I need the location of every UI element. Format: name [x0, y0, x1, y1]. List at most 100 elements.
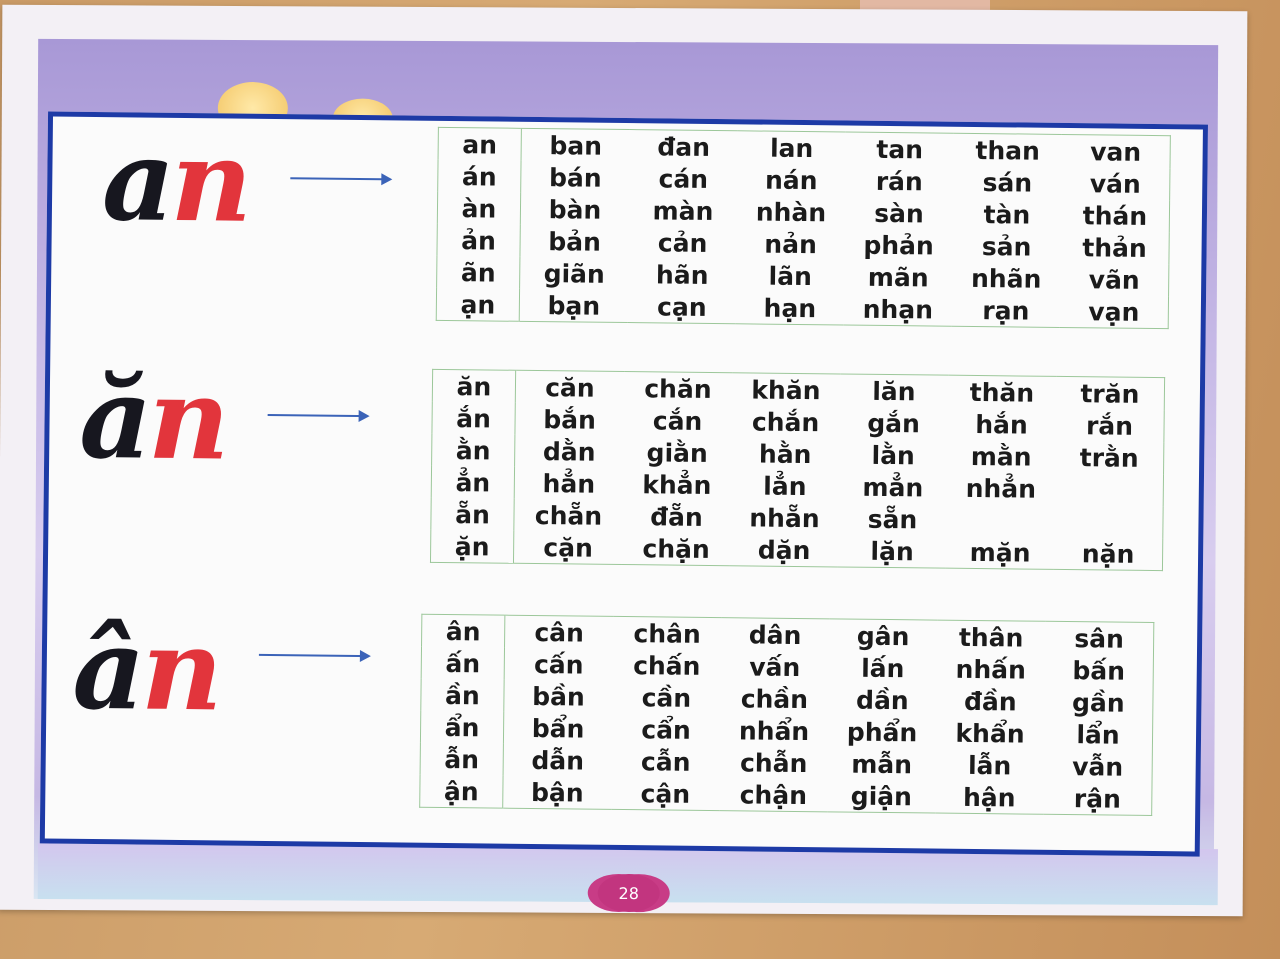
syllable-cell: khăn	[751, 374, 821, 405]
syllable-cell: hẳn	[542, 468, 596, 499]
rime-cell: ạn	[436, 287, 520, 322]
syllable-cell: hạn	[763, 293, 817, 323]
rime-title: ăn	[79, 353, 226, 486]
syllable-cell: chẫn	[739, 747, 808, 778]
syllable-cell: mãn	[867, 262, 929, 292]
syllable-cell: cắn	[652, 405, 703, 436]
worksheet-page: 28 an an ban đan lan tan than van án bán cán nán rá…	[0, 4, 1248, 917]
syllable-cell: đần	[963, 686, 1017, 716]
syllable-cell: nhẵn	[749, 502, 820, 533]
rime-cell: ần	[420, 678, 505, 712]
syllable-cell: cần	[641, 682, 692, 713]
syllable-cell: lặn	[870, 536, 914, 566]
arrow-icon	[258, 653, 369, 658]
syllable-cell: màn	[652, 195, 714, 226]
vowel-letter: a	[101, 115, 172, 247]
table-row: ận bận cận chận giận hận rận	[419, 774, 1152, 816]
syllable-cell: ban	[549, 130, 603, 161]
rime-cell: ặn	[430, 529, 514, 564]
syllable-cell: phẩn	[846, 717, 918, 747]
syllable-cell: cẩn	[641, 714, 692, 745]
syllable-cell: mẫn	[851, 749, 913, 779]
syllable-cell: rận	[1073, 783, 1122, 814]
syllable-cell: dân	[748, 619, 802, 650]
syllable-cell: hắn	[975, 409, 1028, 440]
rime-cell: ăn	[432, 369, 516, 403]
syllable-cell: chấn	[633, 650, 701, 681]
syllable-cell: vẫn	[1072, 751, 1124, 782]
syllable-cell: thán	[1082, 200, 1148, 231]
syllable-cell: sản	[981, 231, 1032, 262]
syllable-cell: ván	[1089, 168, 1141, 199]
rime-cell: ân	[421, 614, 505, 648]
syllable-cell: sán	[982, 167, 1033, 198]
syllable-cell: mẳn	[862, 472, 924, 502]
syllable-cell: vấn	[749, 651, 801, 682]
syllable-cell: cạn	[656, 291, 707, 322]
page-number-badge: 28	[597, 873, 660, 913]
syllable-cell: chận	[739, 779, 808, 810]
rime-cell: àn	[437, 191, 521, 225]
vowel-letter: â	[71, 603, 143, 736]
syllable-cell: bàn	[548, 194, 602, 225]
syllable-cell: than	[975, 135, 1041, 166]
syllable-cell: khẩn	[955, 718, 1025, 749]
syllable-cell: cản	[657, 227, 708, 258]
syllable-cell: dần	[855, 685, 909, 715]
syllable-cell: nhãn	[970, 263, 1042, 294]
syllable-cell: dẫn	[531, 745, 585, 776]
syllable-cell: đẵn	[650, 501, 703, 532]
syllable-cell: cân	[534, 617, 585, 648]
syllable-cell: nặn	[1081, 538, 1135, 569]
section-an: an an ban đan lan tan than van án bán cán nán rán sá…	[51, 115, 1203, 350]
table-row: ạn bạn cạn hạn nhạn rạn vạn	[436, 287, 1168, 329]
section-ân: ân ân cân chân dân gân thân sân ấn cấn chấn vấn lấn…	[45, 601, 1198, 849]
rime-cell: ận	[419, 774, 504, 809]
rime-cell: ằn	[431, 433, 515, 467]
syllable-cell: khẳn	[642, 469, 712, 500]
syllable-cell: rạn	[982, 295, 1030, 326]
syllable-cell: giãn	[543, 258, 605, 289]
syllable-cell: chẵn	[534, 500, 603, 531]
syllable-cell: cấn	[533, 649, 584, 680]
table-row: ặn cặn chặn dặn lặn mặn nặn	[430, 529, 1162, 571]
arrow-icon	[267, 413, 368, 418]
syllable-cell: cận	[640, 778, 691, 809]
syllable-cell: chắn	[751, 406, 820, 437]
syllable-cell: hằn	[758, 439, 812, 469]
syllable-cell: thân	[958, 622, 1024, 653]
syllable-cell: căn	[545, 372, 595, 403]
syllable-cell: tàn	[983, 199, 1031, 230]
rime-cell: an	[438, 127, 522, 161]
syllable-cell: lan	[769, 133, 814, 163]
syllable-cell: lẫn	[967, 750, 1012, 780]
syllable-cell: gần	[1071, 687, 1125, 718]
syllable-cell: đan	[657, 131, 711, 162]
syllable-cell: chăn	[644, 373, 712, 404]
syllable-cell: sẵn	[867, 504, 918, 534]
syllable-cell: lẩn	[1076, 719, 1120, 750]
syllable-cell: tan	[876, 134, 924, 164]
syllable-cell: thản	[1082, 232, 1147, 263]
syllable-cell: chần	[740, 683, 809, 714]
syllable-cell: bấn	[1072, 655, 1126, 686]
syllable-cell: dằn	[542, 436, 596, 467]
section-ăn: ăn ăn căn chăn khăn lăn thăn trăn ắn bắn cắn chắn g…	[48, 353, 1201, 599]
syllable-cell: vãn	[1088, 264, 1140, 295]
syllable-cell: nản	[764, 229, 818, 259]
syllable-table: ăn căn chăn khăn lăn thăn trăn ắn bắn cắn chắn gắn h…	[429, 368, 1166, 572]
syllable-cell: nhẩn	[738, 715, 810, 746]
rime-cell: ản	[436, 223, 521, 257]
rime-cell: ẵn	[430, 497, 515, 531]
syllable-cell: nhàn	[755, 196, 827, 227]
syllable-cell: lẳn	[763, 471, 807, 501]
syllable-cell: cẫn	[640, 746, 691, 777]
rime-title: an	[102, 115, 249, 248]
syllable-cell: rắn	[1085, 410, 1134, 441]
syllable-cell: mặn	[969, 537, 1031, 568]
syllable-cell: hãn	[655, 259, 709, 290]
syllable-cell	[1055, 473, 1164, 506]
syllable-cell: giận	[850, 781, 913, 811]
syllable-cell: gắn	[867, 408, 921, 438]
syllable-cell: lấn	[861, 653, 905, 683]
